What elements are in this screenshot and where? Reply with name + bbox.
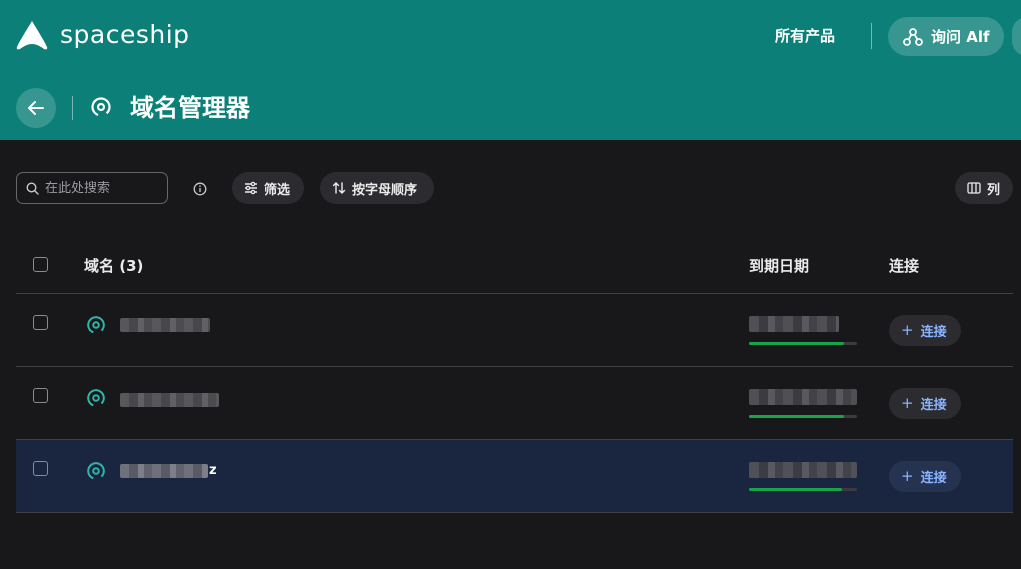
domain-manager-icon [90, 96, 112, 122]
connect-button[interactable]: + 连接 [889, 461, 961, 492]
brand-logo[interactable]: spaceship [16, 20, 190, 50]
connect-label: 连接 [920, 471, 947, 486]
alf-assistant-icon [903, 27, 923, 46]
expiry-progress-bar [749, 342, 857, 345]
search-box[interactable] [16, 172, 168, 204]
ask-alf-button[interactable]: 询问 Alf [888, 17, 1004, 56]
column-header-connect: 连接 [889, 257, 920, 275]
expiry-progress-fill [749, 415, 845, 418]
sort-button[interactable]: 按字母顺序 [320, 172, 434, 204]
back-button[interactable] [16, 88, 56, 128]
table-row[interactable]: + 连接 [16, 367, 1013, 439]
all-products-link[interactable]: 所有产品 [775, 24, 835, 48]
filter-button[interactable]: 筛选 [232, 172, 304, 204]
title-divider [72, 96, 73, 120]
account-button[interactable] [1012, 17, 1021, 56]
row-divider [16, 512, 1013, 513]
domain-status-icon [86, 461, 106, 485]
column-header-domain[interactable]: 域名 (3) [84, 255, 143, 277]
column-header-expiry[interactable]: 到期日期 [749, 255, 809, 277]
domain-name-suffix: z [209, 463, 217, 478]
row-checkbox[interactable] [33, 461, 48, 476]
expiry-date-redacted [749, 316, 839, 332]
domain-status-icon [86, 388, 106, 412]
sliders-icon [245, 181, 257, 195]
search-input[interactable] [45, 180, 160, 196]
page-title: 域名管理器 [130, 94, 250, 122]
expiry-date-redacted [749, 389, 857, 405]
connect-button[interactable]: + 连接 [889, 315, 961, 346]
plus-icon: + [901, 467, 914, 485]
connect-button[interactable]: + 连接 [889, 388, 961, 419]
domain-name-redacted[interactable] [120, 318, 210, 332]
search-icon [26, 181, 39, 195]
spaceship-logo-icon [16, 21, 48, 50]
connect-label: 连接 [920, 325, 947, 340]
columns-icon [967, 182, 981, 194]
expiry-progress-bar [749, 415, 857, 418]
expiry-progress-fill [749, 488, 842, 491]
filter-label: 筛选 [264, 182, 291, 198]
header-divider [871, 23, 872, 49]
expiry-progress-fill [749, 342, 845, 345]
connect-label: 连接 [920, 398, 947, 413]
expiry-progress-bar [749, 488, 857, 491]
top-header: spaceship 所有产品 询问 Alf 域名管理器 [0, 0, 1021, 140]
row-checkbox[interactable] [33, 315, 48, 330]
sort-arrows-icon [332, 182, 346, 194]
select-all-checkbox[interactable] [33, 257, 48, 272]
table-row[interactable]: + 连接 [16, 294, 1013, 366]
domain-name-redacted[interactable] [120, 464, 208, 478]
plus-icon: + [901, 321, 914, 339]
arrow-left-icon [28, 101, 44, 115]
domain-status-icon [86, 315, 106, 339]
info-icon[interactable] [193, 181, 207, 200]
columns-label: 列 [987, 182, 1001, 198]
columns-button[interactable]: 列 [955, 172, 1013, 204]
row-checkbox[interactable] [33, 388, 48, 403]
sort-label: 按字母顺序 [352, 182, 418, 198]
expiry-date-redacted [749, 462, 857, 478]
brand-name: spaceship [60, 20, 190, 49]
table-row-selected[interactable]: z + 连接 [16, 440, 1013, 512]
ask-alf-label: 询问 Alf [931, 28, 990, 46]
domain-name-redacted[interactable] [120, 393, 219, 407]
plus-icon: + [901, 394, 914, 412]
